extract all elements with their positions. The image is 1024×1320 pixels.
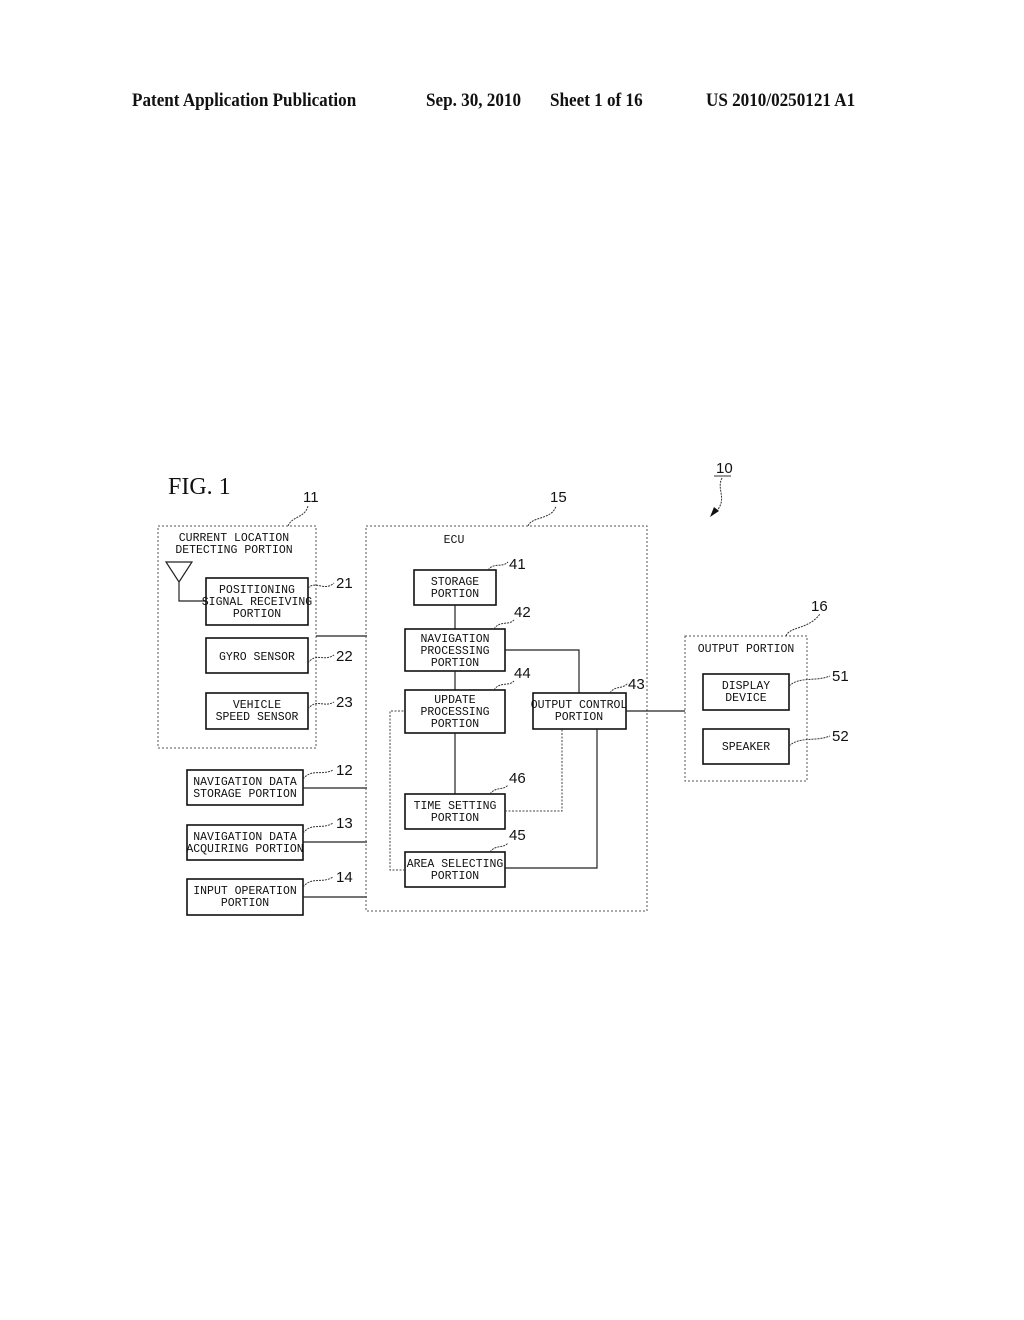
ref-42-leader [493, 619, 515, 630]
block-label-line: PORTION [431, 870, 479, 883]
block-display-device: DISPLAY DEVICE [702, 673, 790, 711]
ref-51: 51 [832, 668, 849, 685]
block-navigation-data-storage: NAVIGATION DATA STORAGE PORTION [186, 769, 304, 806]
block-label-line: PORTION [233, 608, 281, 621]
block-vehicle-speed-sensor: VEHICLE SPEED SENSOR [205, 692, 309, 730]
block-speaker: SPEAKER [702, 728, 790, 765]
block-label-line: PORTION [555, 711, 603, 724]
ref-41-leader [487, 561, 509, 571]
ref-15-leader [527, 505, 557, 527]
ref-44-leader [493, 680, 515, 691]
ref-21-leader [307, 582, 335, 589]
block-label-line: STORAGE PORTION [193, 788, 297, 801]
ref-46: 46 [509, 770, 526, 787]
ref-41: 41 [509, 556, 526, 573]
block-label-line: PORTION [221, 897, 269, 910]
wire-area-to-output-control [505, 729, 598, 869]
block-update-processing: UPDATE PROCESSING PORTION [404, 689, 506, 734]
block-label-line: DEVICE [725, 692, 767, 705]
ref-14-leader [302, 876, 334, 888]
block-positioning-signal-receiving: POSITIONING SIGNAL RECEIVING PORTION [202, 577, 312, 626]
figure-label: FIG. 1 [168, 474, 231, 500]
ref-13: 13 [336, 815, 353, 832]
block-label-line: SPEAKER [722, 741, 770, 754]
block-label-line: PORTION [431, 588, 479, 601]
wire-area-to-update [389, 710, 405, 871]
ref-22-leader [307, 654, 335, 664]
block-diagram: FIG. 1 10 11 CURRENT LOCATION DETECTING … [157, 460, 849, 916]
ref-13-leader [302, 822, 334, 834]
ref-23: 23 [336, 694, 353, 711]
antenna-icon [164, 561, 206, 602]
ref-46-leader [489, 784, 509, 795]
block-storage: STORAGE PORTION [413, 569, 497, 606]
block-navigation-data-acquiring: NAVIGATION DATA ACQUIRING PORTION [186, 824, 304, 861]
ref-51-leader [788, 675, 831, 687]
block-area-selecting: AREA SELECTING PORTION [404, 851, 506, 888]
block-time-setting: TIME SETTING PORTION [404, 793, 506, 830]
ref-44: 44 [514, 665, 531, 682]
block-gyro-sensor: GYRO SENSOR [205, 637, 309, 674]
ref-21: 21 [336, 575, 353, 592]
ref-42: 42 [514, 604, 531, 621]
ref-10: 10 [716, 460, 733, 477]
ref-10-leader [715, 477, 723, 513]
block-label-line: PORTION [431, 657, 479, 670]
ref-43-leader [609, 682, 629, 694]
ref-23-leader [307, 701, 335, 710]
ref-45: 45 [509, 827, 526, 844]
group-current-location-title-2: DETECTING PORTION [175, 544, 292, 557]
ref-12-leader [302, 769, 334, 780]
ref-14: 14 [336, 869, 353, 886]
ref-15: 15 [550, 489, 567, 506]
group-ecu-title: ECU [444, 534, 465, 547]
ref-11: 11 [303, 489, 319, 506]
block-label-line: ACQUIRING PORTION [186, 843, 303, 856]
block-navigation-processing: NAVIGATION PROCESSING PORTION [404, 628, 506, 672]
ref-11-leader [287, 505, 309, 527]
ref-12: 12 [336, 762, 353, 779]
arrow-head-icon [710, 507, 719, 517]
block-label-line: PORTION [431, 812, 479, 825]
ref-45-leader [489, 842, 509, 853]
block-output-control: OUTPUT CONTROL PORTION [531, 692, 627, 730]
block-label-line: GYRO SENSOR [219, 651, 295, 664]
ref-52-leader [788, 735, 831, 747]
ref-52: 52 [832, 728, 849, 745]
block-label-line: PORTION [431, 718, 479, 731]
block-label-line: SPEED SENSOR [216, 711, 299, 724]
group-output-title: OUTPUT PORTION [698, 643, 795, 656]
block-input-operation: INPUT OPERATION PORTION [186, 878, 304, 916]
ref-16-leader [785, 613, 821, 637]
ref-16: 16 [811, 598, 828, 615]
ref-43: 43 [628, 676, 645, 693]
ref-22: 22 [336, 648, 353, 665]
